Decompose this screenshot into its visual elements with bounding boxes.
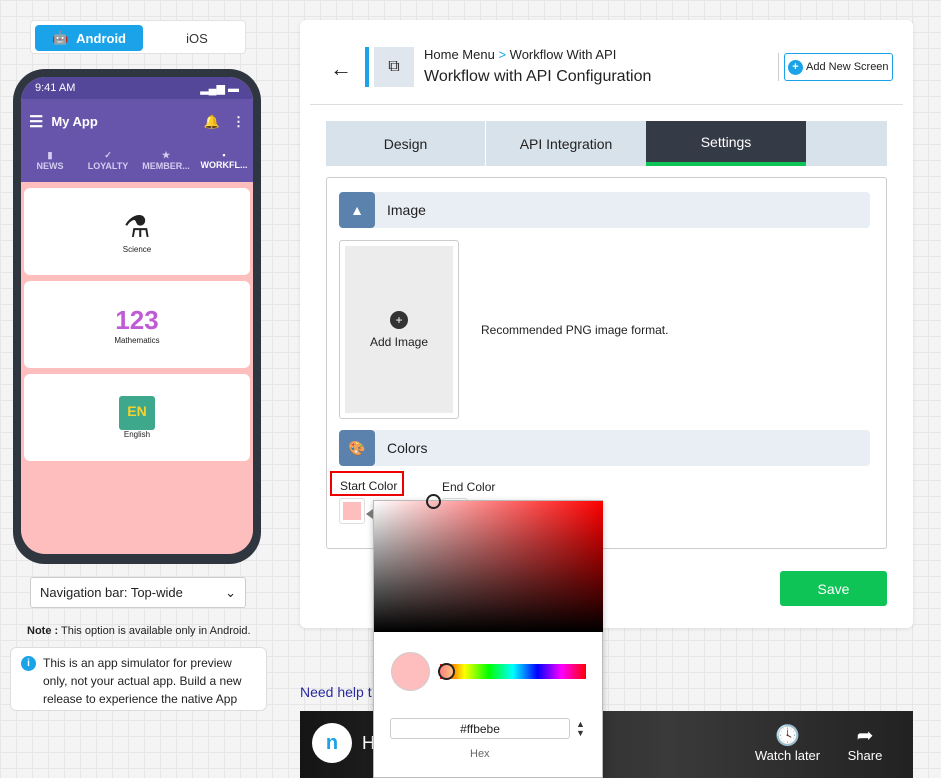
- start-color-label: Start Color: [330, 471, 404, 496]
- palette-icon: 🎨: [339, 430, 375, 466]
- note-label: Note :: [27, 625, 59, 637]
- app-bar: ☰ My App 🔔 ⋮: [21, 99, 253, 144]
- accent-bar: [365, 47, 369, 87]
- tab-loyalty[interactable]: ✓ LOYALTY: [79, 144, 137, 182]
- color-picker-popup: #ffbebe ▲ ▼ Hex: [366, 494, 603, 778]
- start-color-swatch[interactable]: [339, 498, 365, 524]
- end-color-label: End Color: [442, 480, 496, 494]
- saturation-handle[interactable]: [426, 494, 441, 509]
- android-label: Android: [76, 30, 126, 46]
- book-icon: EN: [119, 396, 155, 430]
- saturation-area[interactable]: [374, 501, 603, 632]
- os-toggle: 🤖 Android iOS: [30, 20, 246, 54]
- help-link[interactable]: Need help t: [300, 684, 372, 700]
- plus-circle-icon: +: [390, 310, 408, 329]
- add-new-screen-button[interactable]: + Add New Screen: [784, 53, 893, 81]
- tab-design[interactable]: Design: [326, 121, 486, 166]
- status-bar: 9:41 AM ▂▄▆ ▬: [21, 77, 253, 99]
- hex-input[interactable]: #ffbebe: [390, 718, 570, 739]
- tab-label: WORKFL...: [200, 160, 248, 170]
- card-science[interactable]: ⚗ Science: [24, 188, 250, 275]
- tab-member[interactable]: ★ MEMBER...: [137, 144, 195, 182]
- more-icon[interactable]: ⋮: [232, 114, 245, 130]
- card-label: Science: [122, 244, 152, 254]
- label-text: Start Color: [340, 479, 398, 493]
- android-icon: 🤖: [51, 30, 69, 45]
- flask-icon: ⚗: [123, 210, 151, 244]
- tab-workflow[interactable]: ▪ WORKFL...: [195, 144, 253, 182]
- breadcrumb-sep: >: [498, 47, 507, 62]
- select-value: Navigation bar: Top-wide: [40, 585, 183, 600]
- settings-box: ▲ Image + Add Image Recommended PNG image …: [326, 177, 887, 549]
- hue-slider[interactable]: [440, 664, 586, 679]
- card-label: Mathematics: [114, 335, 160, 345]
- clock-icon: 🕓: [775, 725, 800, 747]
- format-toggle-arrows[interactable]: ▲ ▼: [576, 720, 585, 738]
- button-label: Add New Screen: [806, 61, 889, 73]
- ios-tab[interactable]: iOS: [143, 25, 243, 51]
- tab-label: API Integration: [519, 135, 613, 152]
- numbers-icon: 123: [115, 304, 159, 335]
- image-section-header: ▲ Image: [339, 192, 870, 228]
- tab-label: Design: [383, 135, 428, 152]
- card-label: English: [123, 430, 151, 439]
- image-hint: Recommended PNG image format.: [481, 323, 669, 337]
- hue-handle[interactable]: [438, 663, 455, 680]
- save-label: Save: [817, 580, 850, 597]
- label: Share: [847, 748, 883, 763]
- color-preview: [391, 652, 430, 691]
- info-box: i This is an app simulator for preview on…: [10, 647, 267, 711]
- channel-logo[interactable]: n: [312, 723, 352, 763]
- bell-icon[interactable]: 🔔: [204, 114, 220, 130]
- chevron-down-icon: ⌄: [225, 584, 236, 600]
- breadcrumb: Home Menu > Workflow With API: [424, 47, 616, 62]
- colors-section-header: 🎨 Colors: [339, 430, 870, 466]
- hex-label: Hex: [470, 748, 490, 760]
- workflow-icon: ⧉: [374, 47, 414, 87]
- page-title: Workflow with API Configuration: [424, 68, 652, 85]
- share-button[interactable]: ➦ Share: [840, 723, 890, 763]
- section-title: Image: [387, 202, 426, 218]
- tab-label: NEWS: [36, 161, 64, 171]
- label: Watch later: [754, 748, 821, 763]
- note-text: This option is available only in Android…: [58, 625, 251, 637]
- info-text: This is an app simulator for preview onl…: [43, 656, 242, 706]
- add-image-label: Add Image: [369, 334, 429, 349]
- plus-circle-icon: +: [788, 59, 803, 75]
- tab-label: LOYALTY: [87, 161, 129, 171]
- watch-later-button[interactable]: 🕓 Watch later: [750, 723, 825, 763]
- ios-label: iOS: [186, 30, 208, 46]
- time: 9:41 AM: [35, 82, 76, 94]
- app-title: My App: [51, 114, 98, 129]
- phone-simulator: 9:41 AM ▂▄▆ ▬ ☰ My App 🔔 ⋮ ▮ NEWS ✓ LOYALTY ★ M…: [13, 69, 261, 564]
- tab-settings[interactable]: Settings: [646, 121, 806, 166]
- share-icon: ➦: [856, 725, 874, 747]
- signal-icons: ▂▄▆ ▬: [200, 82, 239, 95]
- tab-label: Settings: [700, 133, 752, 150]
- breadcrumb-home[interactable]: Home Menu: [424, 47, 495, 62]
- tab-api-integration[interactable]: API Integration: [486, 121, 646, 166]
- section-title: Colors: [387, 440, 428, 456]
- tab-news[interactable]: ▮ NEWS: [21, 144, 79, 182]
- divider: [778, 53, 779, 81]
- menu-icon[interactable]: ☰: [29, 112, 43, 132]
- note: Note : This option is available only in …: [27, 625, 251, 637]
- back-arrow-icon[interactable]: ←: [330, 56, 352, 82]
- android-tab[interactable]: 🤖 Android: [35, 25, 143, 51]
- image-icon: ▲: [339, 192, 375, 228]
- navigation-bar-select[interactable]: Navigation bar: Top-wide ⌄: [30, 577, 246, 608]
- hex-value: #ffbebe: [460, 722, 500, 736]
- save-button[interactable]: Save: [780, 571, 887, 606]
- info-icon: i: [21, 656, 36, 671]
- add-image-button[interactable]: + Add Image: [339, 240, 459, 419]
- card-math[interactable]: 123 Mathematics: [24, 281, 250, 368]
- divider: [310, 104, 903, 105]
- breadcrumb-current: Workflow With API: [509, 47, 617, 62]
- pointer-arrow: [366, 509, 373, 519]
- tab-label: MEMBER...: [142, 161, 190, 171]
- card-english[interactable]: EN English: [24, 374, 250, 461]
